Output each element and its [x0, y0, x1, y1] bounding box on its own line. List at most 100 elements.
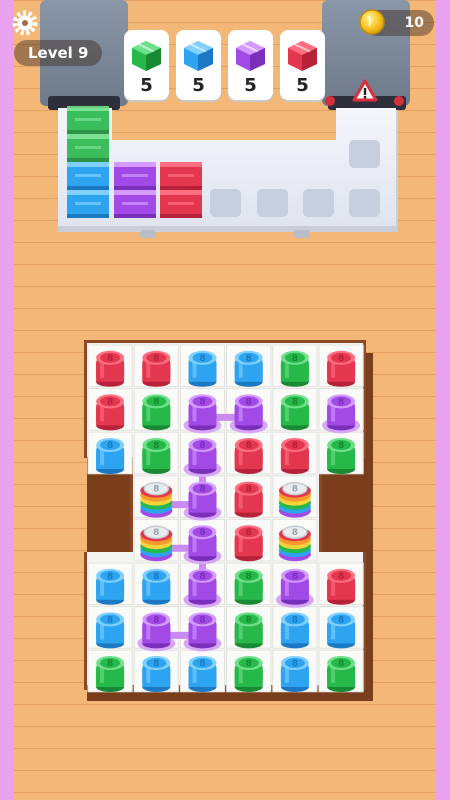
svg-text:8: 8 — [107, 615, 113, 625]
can-green[interactable]: 8 — [142, 394, 171, 431]
can-red[interactable]: 8 — [327, 568, 356, 605]
can-rainbow[interactable]: 8 — [278, 525, 311, 562]
svg-text:8: 8 — [246, 572, 252, 582]
svg-text:8: 8 — [338, 659, 344, 669]
svg-text:8: 8 — [246, 354, 252, 364]
svg-text:8: 8 — [153, 659, 159, 669]
svg-text:8: 8 — [107, 354, 113, 364]
can-blue[interactable]: 8 — [142, 568, 171, 605]
svg-text:8: 8 — [199, 397, 205, 407]
svg-text:8: 8 — [246, 397, 252, 407]
svg-text:8: 8 — [338, 441, 344, 451]
cargo-box — [114, 190, 156, 218]
can-purple[interactable]: 8 — [275, 568, 314, 608]
svg-text:8: 8 — [246, 528, 252, 538]
svg-text:8: 8 — [292, 659, 298, 669]
can-blue[interactable]: 8 — [96, 568, 125, 605]
svg-text:8: 8 — [199, 354, 205, 364]
can-blue[interactable]: 8 — [96, 612, 125, 649]
can-purple[interactable]: 8 — [183, 438, 222, 477]
svg-text:8: 8 — [153, 354, 159, 364]
can-green[interactable]: 8 — [234, 568, 263, 605]
svg-text:8: 8 — [153, 615, 159, 625]
can-rainbow[interactable]: 8 — [278, 481, 311, 518]
can-green[interactable]: 8 — [280, 394, 309, 431]
can-purple[interactable]: 8 — [183, 394, 222, 434]
coin-counter: 10 — [359, 9, 434, 36]
box-icon — [184, 41, 213, 71]
can-red[interactable]: 8 — [280, 438, 309, 474]
can-red[interactable]: 8 — [327, 350, 356, 387]
cargo-box — [160, 162, 202, 190]
svg-text:8: 8 — [153, 397, 159, 407]
can-purple[interactable]: 8 — [322, 394, 361, 434]
can-purple[interactable]: 8 — [229, 394, 268, 434]
coin-icon — [359, 9, 385, 35]
can-purple[interactable]: 8 — [183, 612, 222, 652]
game-stage: 8 8 8 8 8 8 8 8 8 8 8 8 8 8 8 8 8 8 8 8 8 8 8 8 8 8 8 8 8 8 8 8 8 8 8 8 8 8 8 8… — [0, 0, 450, 800]
can-blue[interactable]: 8 — [234, 350, 263, 387]
order-count: 5 — [192, 75, 205, 96]
order-card-red: 5 — [280, 30, 325, 100]
svg-text:8: 8 — [199, 659, 205, 669]
can-blue[interactable]: 8 — [96, 438, 125, 474]
can-purple[interactable]: 8 — [183, 525, 222, 565]
can-red[interactable]: 8 — [142, 350, 171, 387]
svg-text:8: 8 — [199, 441, 205, 451]
can-green[interactable]: 8 — [280, 350, 309, 387]
cargo-box — [67, 134, 109, 162]
tray-slot — [257, 189, 288, 217]
can-rainbow[interactable]: 8 — [140, 481, 173, 518]
can-green[interactable]: 8 — [327, 656, 356, 692]
can-blue[interactable]: 8 — [280, 656, 309, 692]
svg-text:8: 8 — [292, 397, 298, 407]
order-card-green: 5 — [124, 30, 169, 100]
can-purple[interactable]: 8 — [183, 481, 222, 521]
can-red[interactable]: 8 — [96, 394, 125, 431]
can-red[interactable]: 8 — [234, 525, 263, 562]
svg-text:8: 8 — [292, 485, 298, 495]
order-card-purple: 5 — [228, 30, 273, 100]
tray-slot — [303, 189, 334, 217]
tray-slot — [349, 140, 380, 168]
svg-text:8: 8 — [153, 528, 159, 538]
can-red[interactable]: 8 — [234, 481, 263, 518]
svg-text:8: 8 — [246, 659, 252, 669]
can-red[interactable]: 8 — [96, 350, 125, 387]
svg-text:8: 8 — [107, 397, 113, 407]
can-blue[interactable]: 8 — [188, 656, 217, 692]
can-blue[interactable]: 8 — [327, 612, 356, 649]
box-icon — [236, 41, 265, 71]
svg-text:8: 8 — [338, 572, 344, 582]
svg-text:8: 8 — [199, 572, 205, 582]
order-count: 5 — [244, 75, 257, 96]
svg-text:8: 8 — [338, 397, 344, 407]
box-icon — [132, 41, 161, 71]
can-green[interactable]: 8 — [96, 656, 125, 692]
can-green[interactable]: 8 — [234, 656, 263, 692]
coin-count: 10 — [404, 15, 424, 31]
can-red[interactable]: 8 — [234, 438, 263, 474]
svg-text:8: 8 — [107, 659, 113, 669]
can-purple[interactable]: 8 — [183, 568, 222, 608]
can-blue[interactable]: 8 — [280, 612, 309, 649]
level-label: Level 9 — [14, 40, 103, 66]
can-blue[interactable]: 8 — [188, 350, 217, 387]
svg-text:8: 8 — [107, 572, 113, 582]
can-rainbow[interactable]: 8 — [140, 525, 173, 562]
svg-text:8: 8 — [292, 615, 298, 625]
can-green[interactable]: 8 — [234, 612, 263, 649]
svg-text:8: 8 — [199, 615, 205, 625]
svg-text:8: 8 — [199, 528, 205, 538]
svg-text:8: 8 — [338, 354, 344, 364]
can-purple[interactable]: 8 — [137, 612, 176, 652]
order-card-blue: 5 — [176, 30, 221, 100]
can-green[interactable]: 8 — [327, 438, 356, 474]
tray-slot — [210, 189, 241, 217]
svg-text:8: 8 — [153, 441, 159, 451]
can-blue[interactable]: 8 — [142, 656, 171, 692]
svg-text:8: 8 — [246, 485, 252, 495]
svg-text:8: 8 — [246, 441, 252, 451]
box-icon — [288, 41, 317, 71]
can-green[interactable]: 8 — [142, 438, 171, 474]
